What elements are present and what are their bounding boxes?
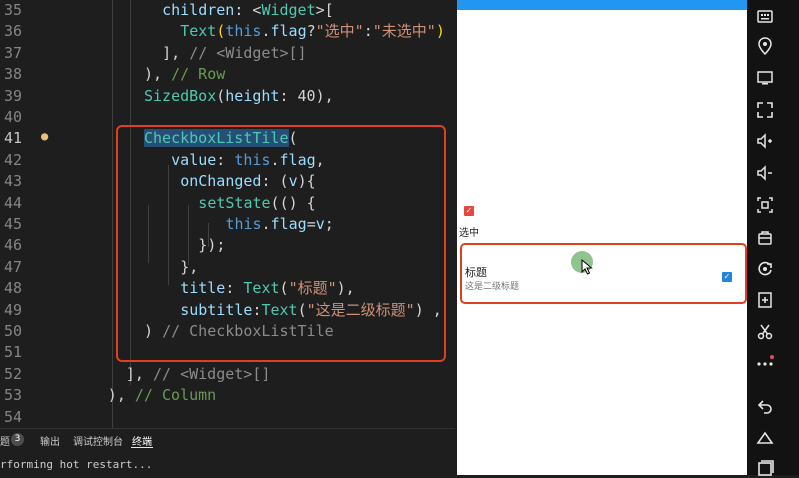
line-number: 52 xyxy=(3,364,22,383)
line-number: 36 xyxy=(3,22,22,41)
line-number: 35 xyxy=(3,1,22,19)
active-tab-indicator xyxy=(131,447,153,448)
line-number: 46 xyxy=(3,236,22,255)
code-token: this xyxy=(225,22,262,41)
add-screen-icon[interactable] xyxy=(755,290,775,310)
code-token: flag xyxy=(270,22,307,41)
code-line: ), // Row xyxy=(144,64,225,85)
code-token: // <Widget>[] xyxy=(189,43,307,62)
flag-status-text: 选中 xyxy=(459,228,479,239)
lightbulb-icon[interactable]: ● xyxy=(41,129,48,143)
terminal-output[interactable]: rforming hot restart... xyxy=(0,449,455,475)
more-icon[interactable] xyxy=(755,354,775,374)
line-number: 54 xyxy=(3,407,22,426)
emulator-toolbar xyxy=(747,0,799,478)
code-token: . xyxy=(261,22,271,41)
volume-up-icon[interactable] xyxy=(755,131,775,151)
tab-debug-console[interactable]: 调试控制台 xyxy=(73,433,123,448)
line-number: 47 xyxy=(3,257,22,276)
recents-icon[interactable] xyxy=(755,458,775,478)
tile-title[interactable]: 标题 xyxy=(465,264,487,280)
code-line: children: <Widget>[ xyxy=(162,0,334,21)
code-highlight-box xyxy=(116,125,446,362)
code-token: // <Widget>[] xyxy=(152,364,271,383)
code-editor[interactable]: 35 36 37 38 39 40 41 42 43 44 45 46 47 48 49 50 51 52 53 54… xyxy=(0,0,455,428)
code-token: ( xyxy=(216,22,226,41)
code-token: // Row xyxy=(171,65,226,84)
checkbox-list-tile-highlight xyxy=(460,243,747,304)
app-bar xyxy=(457,0,747,10)
code-token: height xyxy=(225,86,280,105)
code-token: SizedBox xyxy=(144,86,217,105)
indent-guide xyxy=(112,0,113,428)
line-number: 43 xyxy=(3,172,22,191)
line-number: 42 xyxy=(3,150,22,169)
code-token: ], xyxy=(162,43,190,62)
volume-down-icon[interactable] xyxy=(755,163,775,183)
code-token: "选中" xyxy=(315,22,364,41)
code-token: "未选中" xyxy=(372,22,436,41)
code-token: ), xyxy=(107,386,135,405)
line-number: 51 xyxy=(3,343,22,362)
code-line: Text(this.flag?"选中":"未选中") xyxy=(180,21,445,42)
code-token: ], xyxy=(125,364,153,383)
mouse-cursor-icon xyxy=(581,259,593,275)
checkbox[interactable]: ✓ xyxy=(464,206,474,216)
screen-icon[interactable] xyxy=(755,68,775,88)
home-icon[interactable] xyxy=(755,428,775,448)
code-line: ], // <Widget>[] xyxy=(162,43,307,64)
tab-problems[interactable]: 题 xyxy=(0,433,10,448)
fullscreen-icon[interactable] xyxy=(755,100,775,120)
keyboard-icon[interactable] xyxy=(755,6,775,26)
code-token: : 40), xyxy=(279,86,334,105)
line-number: 44 xyxy=(3,193,22,212)
code-token: Widget xyxy=(261,1,316,19)
code-token: ( xyxy=(216,86,226,105)
screenshot-icon[interactable] xyxy=(755,195,775,215)
code-line: ), // Column xyxy=(108,385,216,406)
line-number: 40 xyxy=(3,108,22,126)
rotate-icon[interactable] xyxy=(755,259,775,279)
line-number: 49 xyxy=(3,300,22,319)
line-number: 39 xyxy=(3,86,22,105)
tile-checkbox[interactable]: ✓ xyxy=(722,272,732,282)
line-number: 41 xyxy=(3,129,22,148)
code-token: Text xyxy=(180,22,217,41)
line-number: 37 xyxy=(3,43,22,62)
code-token: ? xyxy=(306,22,316,41)
scissors-icon[interactable] xyxy=(755,322,775,342)
problems-count-badge: 3 xyxy=(11,433,24,446)
code-token: // Column xyxy=(134,386,217,405)
code-line: ], // <Widget>[] xyxy=(126,364,271,385)
code-token: : xyxy=(363,22,373,41)
bag-icon[interactable] xyxy=(755,227,775,247)
code-token: >[ xyxy=(315,1,334,19)
emulator-screen[interactable]: ✓ 选中 标题 这是二级标题 ✓ xyxy=(457,0,747,475)
back-icon[interactable] xyxy=(755,396,775,416)
code-line: SizedBox(height: 40), xyxy=(144,86,334,107)
code-token: children xyxy=(162,1,235,19)
code-token: ), xyxy=(144,65,172,84)
code-token: ) xyxy=(435,22,445,41)
tab-terminal[interactable]: 终端 xyxy=(132,433,152,448)
code-token: : < xyxy=(234,1,262,19)
line-number: 48 xyxy=(3,279,22,298)
tab-output[interactable]: 输出 xyxy=(40,433,60,448)
location-icon[interactable] xyxy=(755,36,775,56)
line-number: 53 xyxy=(3,386,22,405)
line-number: 45 xyxy=(3,215,22,233)
terminal-line: rforming hot restart... xyxy=(0,458,153,471)
line-number: 50 xyxy=(3,322,22,340)
tile-subtitle[interactable]: 这是二级标题 xyxy=(465,279,519,292)
line-number: 38 xyxy=(3,65,22,84)
panel-tab-bar: 题 3 输出 调试控制台 终端 xyxy=(0,428,455,449)
